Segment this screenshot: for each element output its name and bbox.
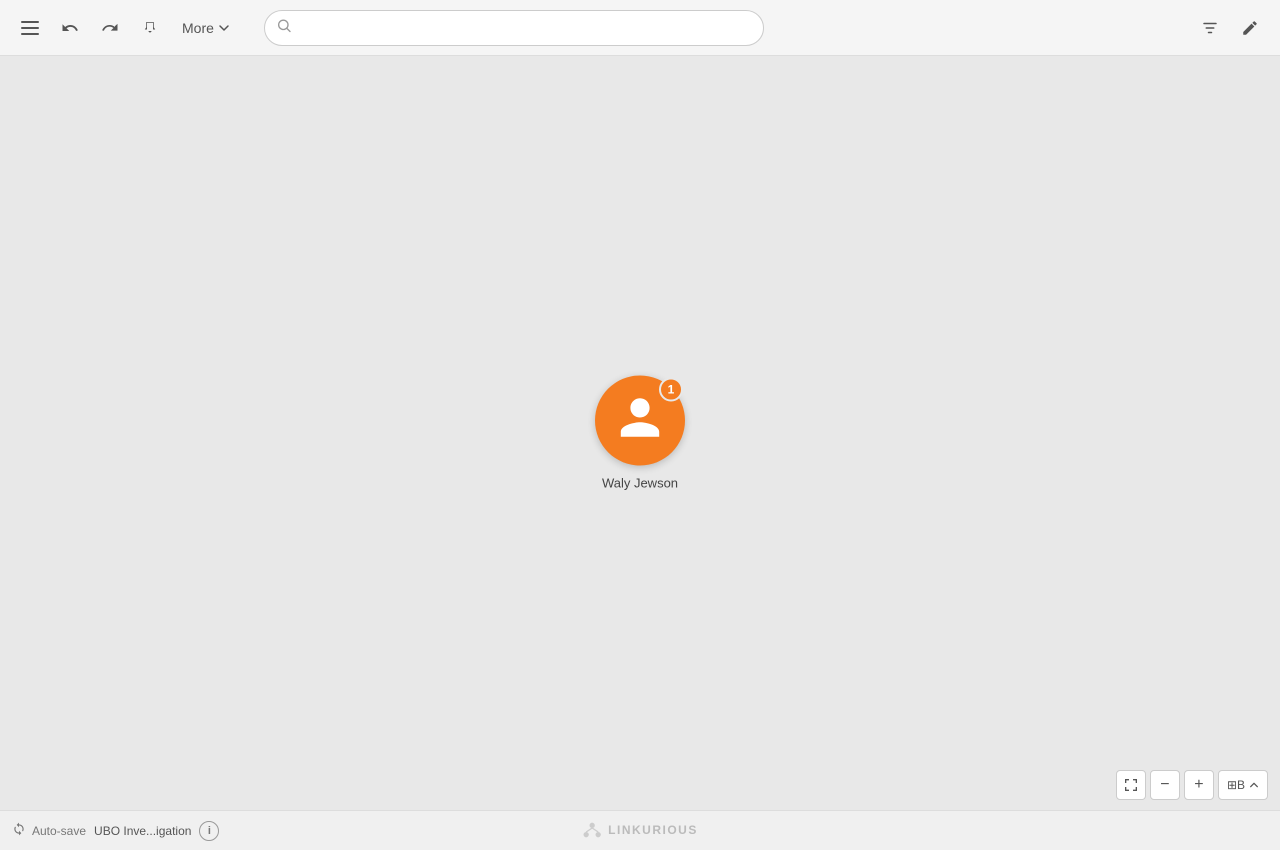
more-label: More [182,20,214,36]
edit-button[interactable] [1232,10,1268,46]
info-button[interactable]: i [199,821,219,841]
autosave-area: Auto-save [12,822,86,839]
pin-icon [141,19,159,37]
menu-button[interactable] [12,10,48,46]
redo-icon [101,19,119,37]
redo-button[interactable] [92,10,128,46]
toolbar-right [1192,10,1268,46]
search-container [264,10,764,46]
node-container: 1 Waly Jewson [595,376,685,491]
zoom-out-button[interactable]: − [1150,770,1180,800]
investigation-label: UBO Inve...igation [94,824,191,838]
bottom-bar: Auto-save UBO Inve...igation i LINKURIOU… [0,810,1280,850]
search-input[interactable] [264,10,764,46]
fit-screen-icon [1123,777,1139,793]
chevron-down-icon [218,22,230,34]
undo-button[interactable] [52,10,88,46]
person-icon [616,393,664,448]
more-button[interactable]: More [172,10,240,46]
pin-tool-button[interactable] [132,10,168,46]
autosave-icon [12,822,26,839]
menu-icon [21,21,39,35]
filter-button[interactable] [1192,10,1228,46]
linkurious-logo-icon [582,820,602,840]
filter-icon [1201,19,1219,37]
autosave-label: Auto-save [32,824,86,838]
zoom-in-button[interactable]: + [1184,770,1214,800]
node-circle[interactable]: 1 [595,376,685,466]
canvas[interactable]: 1 Waly Jewson [0,56,1280,810]
linkurious-text: LINKURIOUS [608,823,698,837]
zoom-controls: − + ⊞B [1116,770,1268,800]
undo-icon [61,19,79,37]
node-label: Waly Jewson [602,476,678,491]
linkurious-logo: LINKURIOUS [582,810,698,850]
edit-icon [1241,19,1259,37]
layout-button[interactable]: ⊞B [1218,770,1268,800]
toolbar: More [0,0,1280,56]
chevron-up-icon [1249,780,1259,790]
node-badge: 1 [659,378,683,402]
fit-screen-button[interactable] [1116,770,1146,800]
